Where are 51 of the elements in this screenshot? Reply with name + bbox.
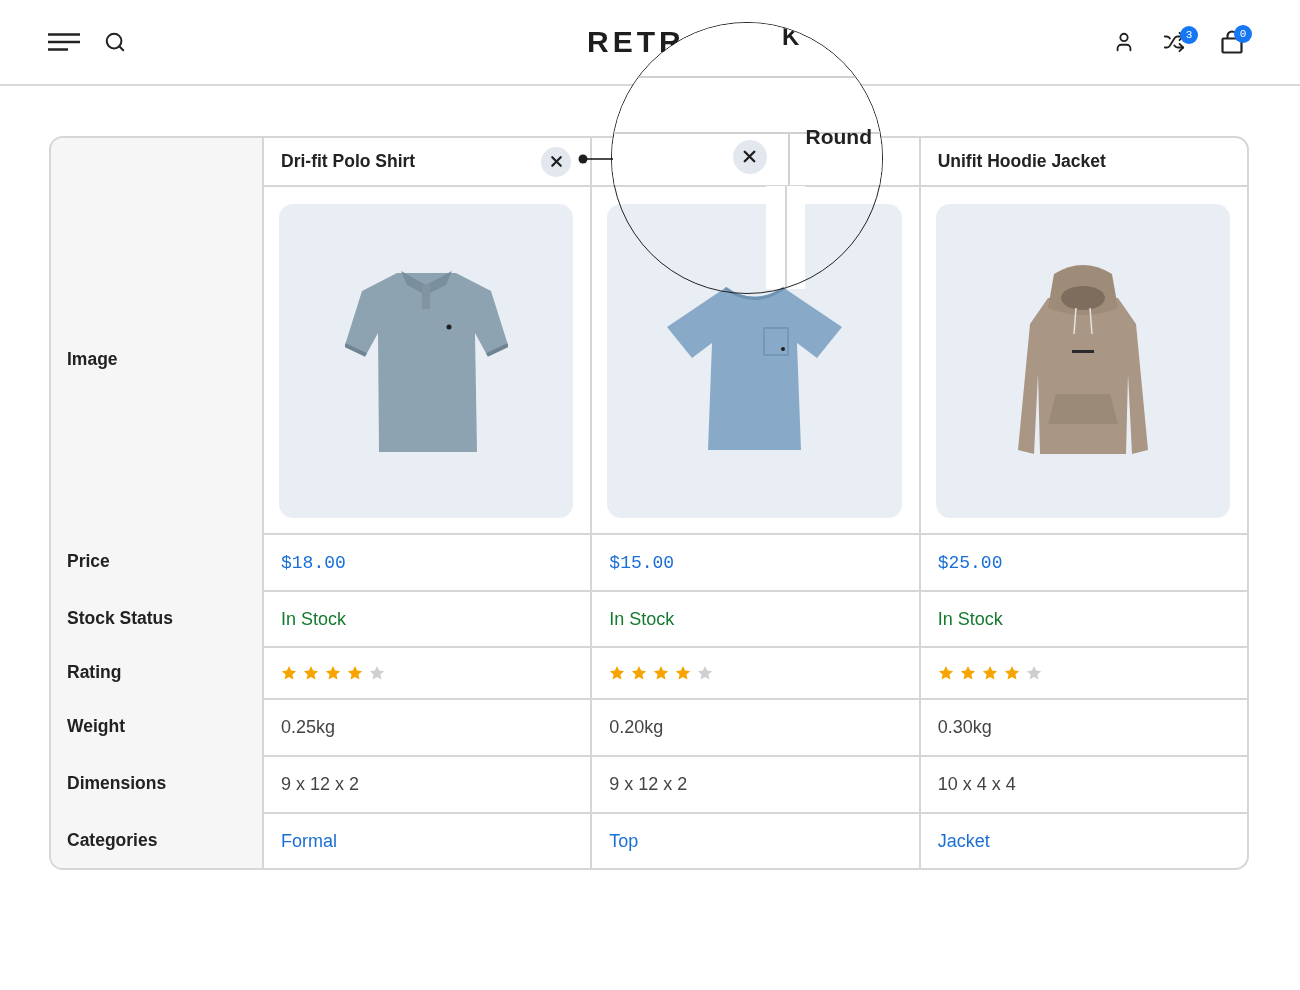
stock-status: In Stock xyxy=(281,608,347,630)
stock-status: In Stock xyxy=(937,608,1003,630)
filled-star-icon xyxy=(303,665,319,681)
filled-star-icon xyxy=(281,665,297,681)
row-label: Weight xyxy=(66,716,126,737)
cart-button[interactable]: 0 xyxy=(1221,25,1252,54)
filled-star-icon xyxy=(325,665,341,681)
filled-star-icon xyxy=(631,665,648,681)
row-label: Stock Status xyxy=(66,607,174,629)
weight-text: 0.25kg xyxy=(281,717,336,738)
row-label: Categories xyxy=(66,829,159,851)
filled-star-icon xyxy=(347,665,363,681)
row-label: Price xyxy=(66,551,111,572)
lens-pointer xyxy=(578,154,613,164)
weight-text: 0.30kg xyxy=(937,717,992,738)
stock-status: In Stock xyxy=(609,608,675,630)
filled-star-icon xyxy=(653,665,670,681)
empty-star-icon xyxy=(1025,665,1042,681)
empty-star-icon xyxy=(369,665,385,681)
compare-count-badge: 3 xyxy=(1180,26,1198,44)
filled-star-icon xyxy=(675,665,692,681)
product-name: Round xyxy=(805,124,872,150)
menu-icon xyxy=(48,33,80,51)
row-label: Image xyxy=(66,348,119,370)
filled-star-icon xyxy=(937,665,954,681)
dimensions-text: 10 x 4 x 4 xyxy=(937,774,1016,795)
search-button[interactable] xyxy=(104,31,126,53)
dimensions-text: 9 x 12 x 2 xyxy=(281,774,360,795)
price-text: $25.00 xyxy=(937,552,1003,573)
remove-button[interactable] xyxy=(732,139,767,174)
product-name: Unifit Hoodie Jacket xyxy=(937,151,1106,172)
category-link[interactable]: Top xyxy=(609,830,639,852)
remove-button[interactable] xyxy=(541,146,572,177)
compare-button[interactable]: 3 xyxy=(1163,26,1198,53)
filled-star-icon xyxy=(1003,665,1020,681)
menu-button[interactable] xyxy=(48,33,80,51)
row-label: Dimensions xyxy=(66,773,168,794)
category-link[interactable]: Formal xyxy=(281,830,337,852)
dimensions-text: 9 x 12 x 2 xyxy=(609,774,688,795)
filled-star-icon xyxy=(609,665,626,681)
empty-star-icon xyxy=(697,665,714,681)
price-text: $18.00 xyxy=(281,552,346,573)
weight-text: 0.20kg xyxy=(609,717,664,738)
category-link[interactable]: Jacket xyxy=(937,830,990,852)
row-label: Rating xyxy=(66,661,123,683)
filled-star-icon xyxy=(981,665,998,681)
filled-star-icon xyxy=(959,665,976,681)
search-icon xyxy=(104,31,126,53)
price-text: $15.00 xyxy=(609,552,675,573)
product-name: Dri-fit Polo Shirt xyxy=(281,151,416,172)
cart-count-badge: 0 xyxy=(1234,25,1252,43)
